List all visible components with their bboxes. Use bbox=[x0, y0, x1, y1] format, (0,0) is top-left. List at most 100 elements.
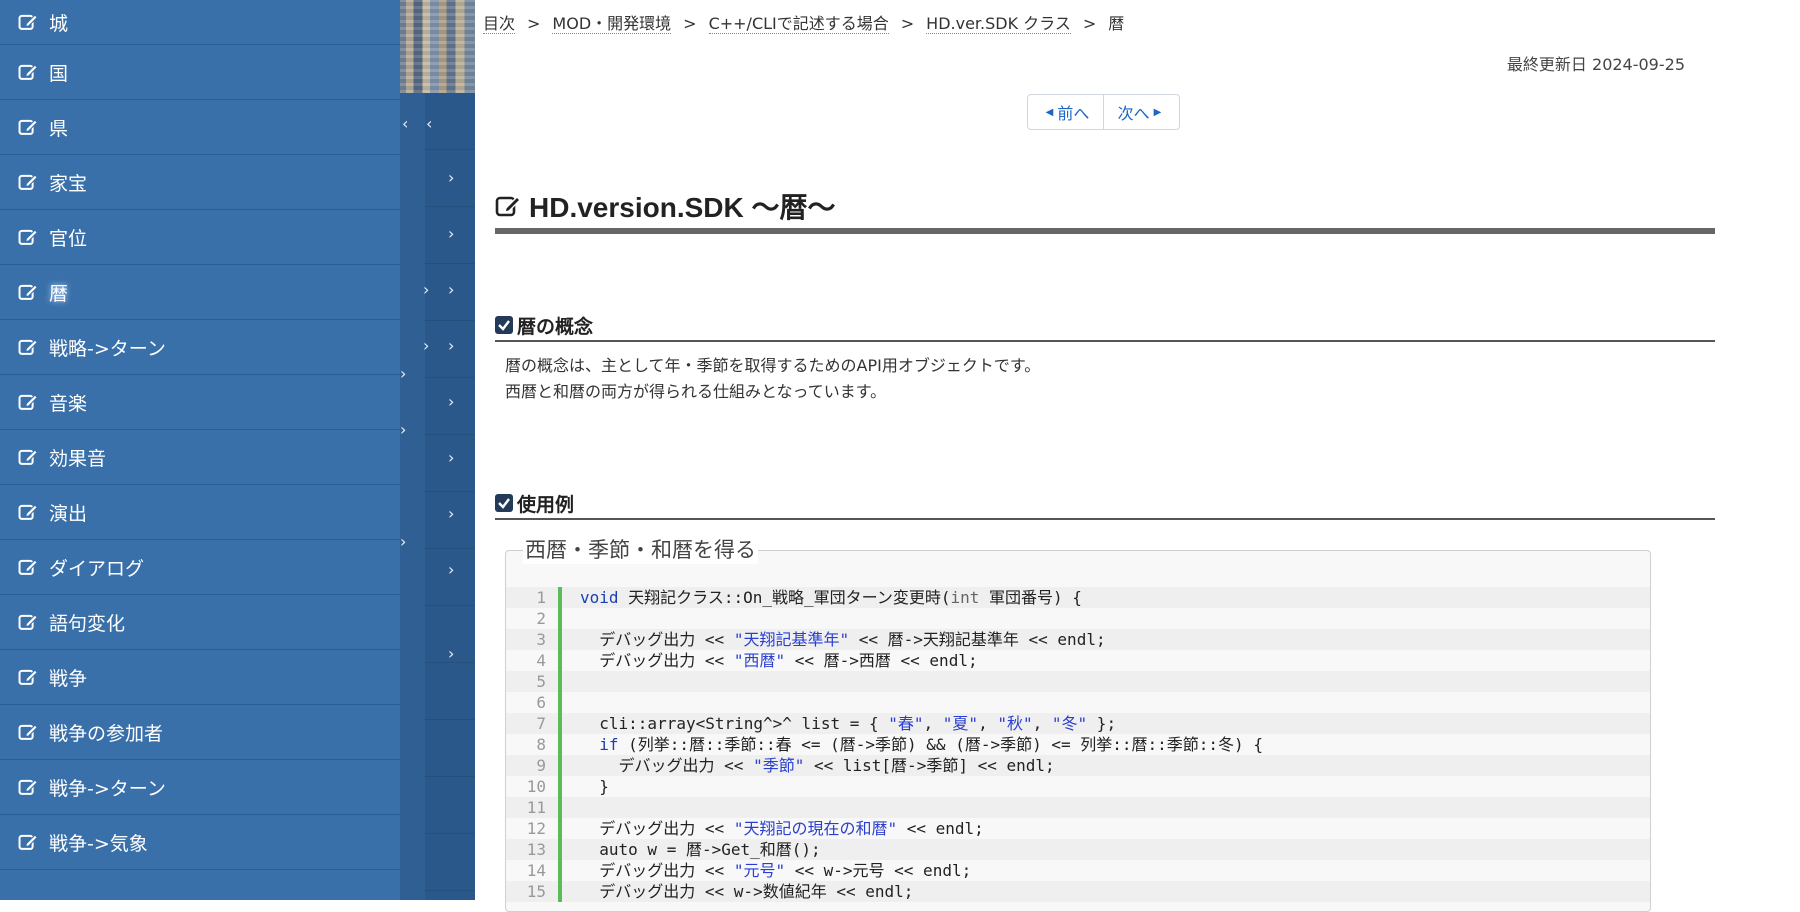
sidebar-item-label: 演出 bbox=[49, 502, 88, 525]
sub-nav-cell[interactable] bbox=[425, 834, 475, 891]
sub-nav-column bbox=[425, 93, 475, 900]
sidebar-item-label: ダイアログ bbox=[49, 557, 145, 580]
code-block[interactable]: 1 void 天翔記クラス::On_戦略_軍団ターン変更時(int 軍団番号) {… bbox=[506, 587, 1650, 902]
prev-button[interactable]: ◀ 前へ bbox=[1028, 95, 1103, 129]
chevron-right-icon[interactable]: › bbox=[400, 422, 406, 438]
chevron-right-icon[interactable]: › bbox=[423, 282, 429, 298]
sidebar-item[interactable]: 戦略->ターン bbox=[0, 320, 400, 375]
main-content: 目次 > MOD・開発環境 > C++/CLIで記述する場合 > HD.ver.SDK クラ… bbox=[475, 0, 1800, 912]
sidebar-item[interactable]: 戦争->ターン bbox=[0, 760, 400, 815]
sidebar-item-label: 官位 bbox=[49, 227, 88, 250]
code-text: auto w = 暦->Get_和暦(); bbox=[562, 839, 820, 860]
code-token: cli::array<String^>^ list = { bbox=[580, 714, 889, 733]
next-button[interactable]: 次へ ▶ bbox=[1103, 95, 1179, 129]
checkbox-checked-icon bbox=[495, 316, 513, 334]
sidebar-item[interactable]: 語句変化 bbox=[0, 595, 400, 650]
chevron-right-icon[interactable]: › bbox=[400, 366, 406, 382]
sidebar-item-label: 城 bbox=[49, 12, 69, 35]
sub-nav-cell[interactable] bbox=[425, 720, 475, 777]
chevron-right-icon[interactable]: › bbox=[400, 534, 406, 550]
sidebar-item[interactable]: 効果音 bbox=[0, 430, 400, 485]
code-example-legend: 西暦・季節・和暦を得る bbox=[523, 534, 758, 564]
code-token: (列挙::暦::季節::春 <= (暦->季節) && (暦->季節) <= 列… bbox=[618, 735, 1263, 754]
code-keyword: if bbox=[599, 735, 619, 754]
breadcrumb-separator: > bbox=[900, 14, 915, 33]
line-number: 3 bbox=[536, 630, 546, 649]
chevron-right-icon[interactable]: › bbox=[448, 338, 454, 354]
sub-nav-cell[interactable] bbox=[425, 777, 475, 834]
sidebar-item-label: 効果音 bbox=[49, 447, 107, 470]
line-number: 8 bbox=[536, 735, 546, 754]
code-example-box: 西暦・季節・和暦を得る 1 void 天翔記クラス::On_戦略_軍団ターン変更時… bbox=[505, 534, 1651, 912]
sidebar-item[interactable]: 音楽 bbox=[0, 375, 400, 430]
sub-nav-cell[interactable] bbox=[425, 891, 475, 900]
chevron-right-icon[interactable]: › bbox=[423, 338, 429, 354]
caret-left-icon: ◀ bbox=[1045, 106, 1054, 118]
code-token: デバッグ出力 << bbox=[580, 819, 734, 838]
code-line: 12 デバッグ出力 << "天翔記の現在の和暦" << endl; bbox=[506, 818, 1650, 839]
sidebar-item[interactable]: 官位 bbox=[0, 210, 400, 265]
line-number: 12 bbox=[526, 819, 546, 838]
sidebar-item[interactable]: 戦争の参加者 bbox=[0, 705, 400, 760]
code-token: } bbox=[580, 777, 609, 796]
prev-label: 前へ bbox=[1057, 104, 1090, 123]
sidebar-item[interactable]: 県 bbox=[0, 100, 400, 155]
code-token: , bbox=[923, 714, 943, 733]
code-line: 3 デバッグ出力 << "天翔記基準年" << 暦->天翔記基準年 << end… bbox=[506, 629, 1650, 650]
page-title-text: HD.version.SDK ～暦～ bbox=[529, 192, 836, 223]
edit-icon bbox=[18, 501, 40, 523]
code-token: << list[暦->季節] << endl; bbox=[804, 756, 1055, 775]
code-line: 8 if (列挙::暦::季節::春 <= (暦->季節) && (暦->季節)… bbox=[506, 734, 1650, 755]
code-token: << endl; bbox=[897, 819, 984, 838]
edit-icon bbox=[18, 281, 40, 303]
sidebar-item-label: 県 bbox=[49, 117, 69, 140]
breadcrumb-link[interactable]: HD.ver.SDK クラス bbox=[926, 14, 1071, 34]
edit-icon bbox=[18, 11, 40, 33]
code-text: デバッグ出力 << w->数値紀年 << endl; bbox=[562, 881, 913, 902]
line-number: 9 bbox=[536, 756, 546, 775]
edit-icon bbox=[495, 193, 521, 219]
chevron-right-icon[interactable]: › bbox=[448, 226, 454, 242]
line-number: 2 bbox=[536, 609, 546, 628]
sidebar-item[interactable]: 暦 bbox=[0, 265, 400, 320]
sidebar-item[interactable]: 戦争->気象 bbox=[0, 815, 400, 870]
breadcrumb-link[interactable]: 目次 bbox=[483, 14, 516, 34]
edit-icon bbox=[18, 611, 40, 633]
sub-nav-cell[interactable] bbox=[425, 93, 475, 150]
code-string: "季節" bbox=[753, 756, 805, 775]
code-string: "西暦" bbox=[733, 651, 786, 670]
breadcrumb-current: 暦 bbox=[1108, 14, 1125, 33]
breadcrumb-link[interactable]: C++/CLIで記述する場合 bbox=[708, 14, 889, 34]
breadcrumb-separator: > bbox=[527, 14, 541, 33]
sidebar-item[interactable]: 戦争 bbox=[0, 650, 400, 705]
code-string: "天翔記の現在の和暦" bbox=[733, 819, 898, 838]
chevron-right-icon[interactable]: › bbox=[448, 282, 454, 298]
sub-nav-cell[interactable] bbox=[425, 663, 475, 720]
code-string: "天翔記基準年" bbox=[733, 630, 850, 649]
chevron-left-icon[interactable]: ‹ bbox=[426, 116, 432, 132]
chevron-left-icon[interactable]: ‹ bbox=[402, 116, 408, 132]
sidebar-item[interactable]: 国 bbox=[0, 45, 400, 100]
page-title: HD.version.SDK ～暦～ bbox=[495, 186, 1715, 226]
line-number: 15 bbox=[526, 882, 546, 901]
code-type: int bbox=[950, 588, 980, 607]
chevron-right-icon[interactable]: › bbox=[448, 646, 454, 662]
code-token: << 暦->西暦 << endl; bbox=[785, 651, 978, 670]
sidebar-nav: 城国県家宝官位暦戦略->ターン 音楽効果音演出ダイアログ語句変化 戦争 戦争の参加者戦… bbox=[0, 0, 400, 900]
sidebar-item[interactable]: 城 bbox=[0, 0, 400, 45]
sidebar-item[interactable]: 家宝 bbox=[0, 155, 400, 210]
caret-right-icon: ▶ bbox=[1153, 106, 1162, 118]
sidebar-item[interactable]: ダイアログ bbox=[0, 540, 400, 595]
sidebar-item[interactable]: 演出 bbox=[0, 485, 400, 540]
code-token: 軍団番号) { bbox=[979, 588, 1082, 607]
code-token: デバッグ出力 << bbox=[580, 630, 734, 649]
code-line: 11 bbox=[506, 797, 1650, 818]
section-heading-text: 暦の概念 bbox=[517, 315, 594, 338]
chevron-right-icon[interactable]: › bbox=[448, 394, 454, 410]
breadcrumb-link[interactable]: MOD・開発環境 bbox=[552, 14, 672, 34]
edit-icon bbox=[18, 446, 40, 468]
chevron-right-icon[interactable]: › bbox=[448, 170, 454, 186]
chevron-right-icon[interactable]: › bbox=[448, 562, 454, 578]
chevron-right-icon[interactable]: › bbox=[448, 450, 454, 466]
chevron-right-icon[interactable]: › bbox=[448, 506, 454, 522]
